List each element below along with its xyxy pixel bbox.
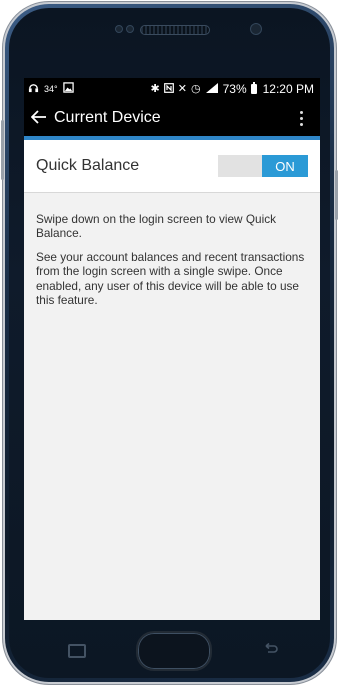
nav-bar — [24, 624, 320, 678]
description-paragraph: See your account balances and recent tra… — [36, 250, 305, 307]
signal-icon — [205, 82, 219, 96]
sensor-dot — [115, 25, 123, 33]
setting-label: Quick Balance — [36, 157, 140, 174]
description-paragraph: Swipe down on the login screen to view Q… — [36, 212, 276, 241]
temperature-readout: 34° — [44, 84, 58, 94]
home-button[interactable] — [136, 631, 212, 671]
battery-percent: 73% — [222, 82, 247, 96]
quick-balance-setting: Quick Balance ON — [24, 140, 320, 193]
sensor-dot — [126, 25, 134, 33]
battery-icon — [250, 82, 257, 94]
back-icon[interactable] — [262, 642, 278, 660]
headphones-icon — [28, 82, 39, 96]
image-icon — [62, 82, 74, 96]
app-bar: Current Device — [24, 100, 320, 140]
description: Swipe down on the login screen to view Q… — [36, 212, 310, 317]
nfc-icon — [163, 82, 174, 96]
status-bar: 34° ✱ ✕ ◷ 73% 12:20 PM — [24, 78, 320, 100]
mute-icon: ✕ — [177, 82, 187, 95]
page-title: Current Device — [54, 109, 161, 126]
toggle-track — [218, 155, 262, 177]
quick-balance-toggle[interactable]: ON — [218, 155, 308, 177]
back-arrow-icon[interactable] — [24, 108, 54, 129]
clock: 12:20 PM — [262, 82, 314, 96]
overflow-menu-icon[interactable] — [292, 110, 320, 126]
power-button — [335, 170, 338, 220]
front-camera — [250, 23, 262, 35]
alarm-icon: ◷ — [190, 82, 201, 95]
volume-button — [1, 120, 4, 180]
screen: 34° ✱ ✕ ◷ 73% 12:20 PM Current Device Qu… — [24, 78, 320, 620]
earpiece-speaker — [140, 25, 210, 35]
bluetooth-icon: ✱ — [150, 82, 160, 95]
recent-apps-icon[interactable] — [68, 644, 86, 658]
toggle-on-label: ON — [262, 155, 308, 177]
